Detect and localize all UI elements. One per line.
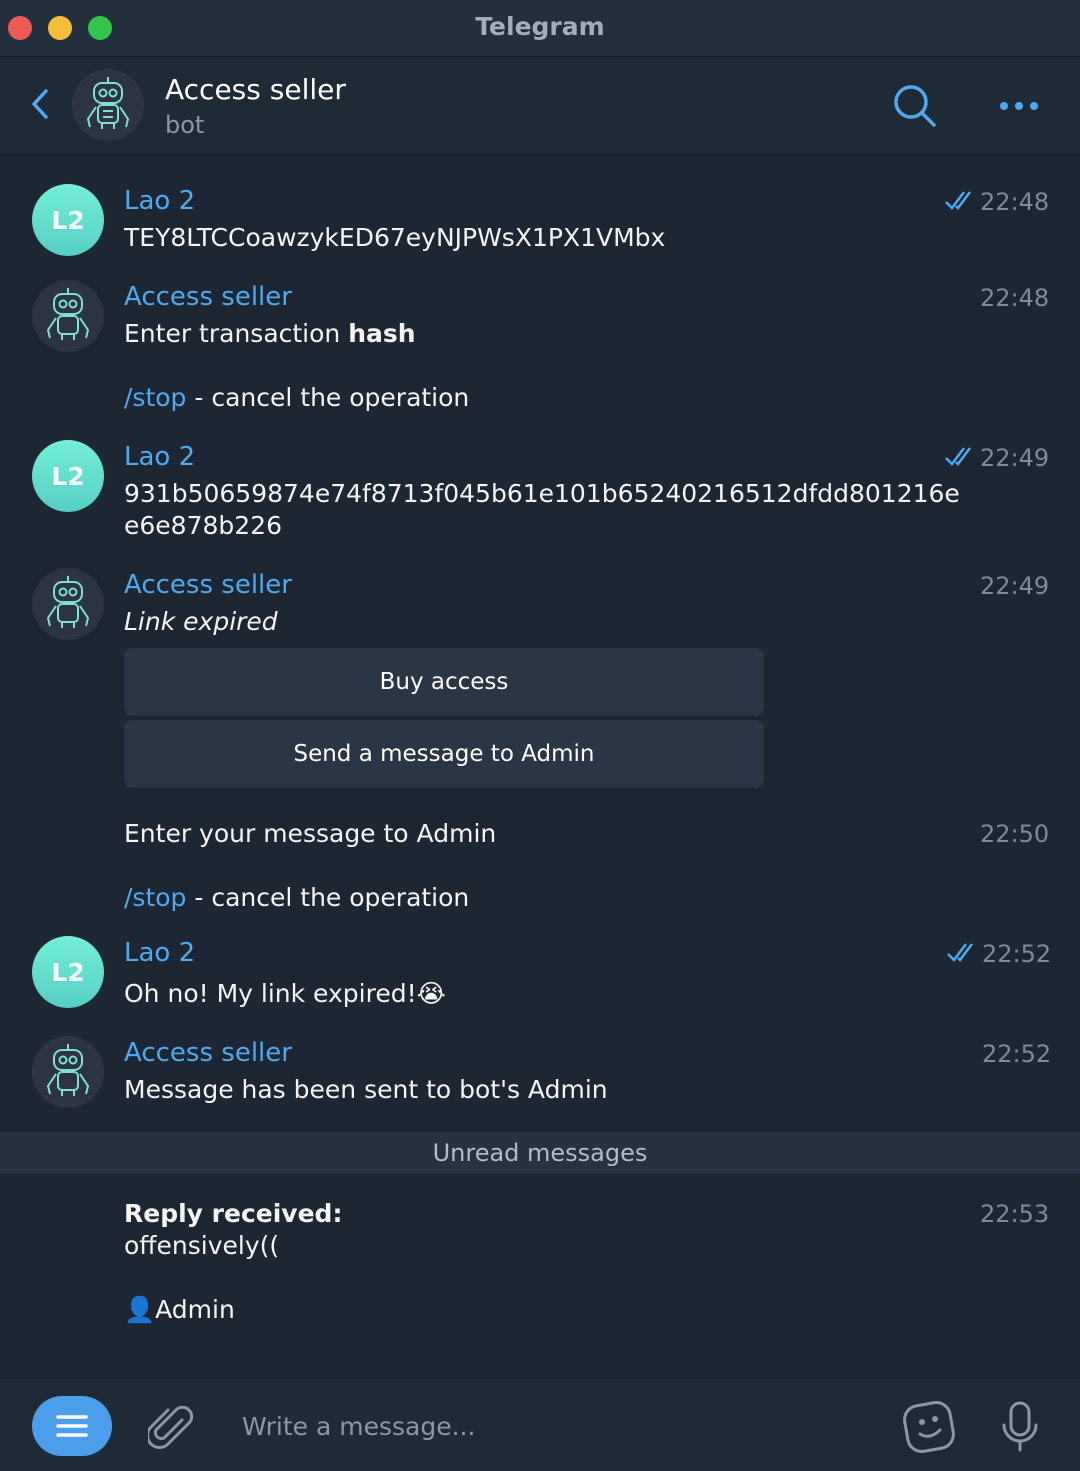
double-check-icon	[946, 942, 976, 968]
command-link[interactable]: /stop	[124, 383, 186, 412]
robot-avatar-icon	[46, 576, 90, 628]
buy-access-button[interactable]: Buy access	[124, 648, 764, 716]
chat-header: Access seller bot	[0, 57, 1080, 156]
command-link[interactable]: /stop	[124, 883, 186, 912]
message-sender[interactable]: Access seller	[124, 282, 292, 312]
sticker-icon[interactable]	[902, 1400, 956, 1458]
message-text-bold: hash	[348, 319, 416, 348]
message-text-body: Oh no! My link expired!	[124, 979, 417, 1008]
message-text-line-2: e6e878b226	[124, 511, 282, 540]
message-time: 22:52	[982, 1040, 1052, 1068]
avatar[interactable]	[32, 280, 104, 352]
unread-messages-divider: Unread messages	[0, 1132, 1080, 1174]
robot-avatar-icon	[86, 77, 130, 129]
command-description: - cancel the operation	[186, 383, 470, 412]
message-text: TEY8LTCCoawzykED67eyNJPWsX1PX1VMbx	[124, 223, 666, 252]
message-text: Oh no! My link expired!😭	[124, 978, 446, 1010]
message-input[interactable]	[240, 1400, 864, 1452]
message-text: Message has been sent to bot's Admin	[124, 1075, 608, 1104]
message-sender[interactable]: Access seller	[124, 570, 292, 600]
avatar-initials: L2	[51, 461, 85, 491]
message-sender[interactable]: Lao 2	[124, 442, 195, 472]
microphone-icon[interactable]	[1000, 1400, 1040, 1458]
message-time: 22:48	[980, 284, 1050, 312]
message-sender[interactable]: Lao 2	[124, 186, 195, 216]
message-time: 22:49	[980, 572, 1050, 600]
attach-icon[interactable]	[146, 1402, 194, 1456]
message-sender[interactable]: Access seller	[124, 1038, 292, 1068]
avatar[interactable]	[32, 568, 104, 640]
avatar[interactable]	[32, 1036, 104, 1108]
window-titlebar: Telegram	[0, 0, 1080, 57]
message-text: Link expired	[124, 607, 278, 636]
double-check-icon	[944, 446, 974, 472]
avatar[interactable]: L2	[32, 936, 104, 1008]
chat-subtitle: bot	[165, 111, 205, 139]
chat-avatar[interactable]	[72, 69, 144, 141]
avatar-initials: L2	[51, 957, 85, 987]
back-icon[interactable]	[24, 87, 58, 125]
message-text-line-1: 931b50659874e74f8713f045b61e101b65240216…	[124, 479, 960, 508]
message-admin-button[interactable]: Send a message to Admin	[124, 720, 764, 788]
bot-menu-button[interactable]	[32, 1396, 112, 1456]
message-time: 22:50	[980, 820, 1050, 848]
message-text: Enter your message to Admin	[124, 819, 497, 848]
menu-icon	[56, 1415, 88, 1437]
message-text-prefix: Enter transaction	[124, 319, 349, 348]
command-hint: /stop - cancel the operation	[124, 382, 469, 414]
signature-name: Admin	[155, 1295, 235, 1324]
avatar-initials: L2	[51, 205, 85, 235]
message-time: 22:53	[980, 1200, 1050, 1228]
message-time: 22:52	[982, 940, 1052, 968]
avatar[interactable]: L2	[32, 440, 104, 512]
compose-bar	[0, 1377, 1080, 1471]
message-text: offensively((	[124, 1231, 280, 1260]
more-icon[interactable]	[998, 97, 1040, 116]
user-emoji: 👤	[124, 1295, 156, 1324]
reply-title: Reply received:	[124, 1199, 343, 1228]
command-hint: /stop - cancel the operation	[124, 882, 469, 914]
robot-avatar-icon	[46, 1044, 90, 1096]
message-signature: 👤Admin	[124, 1294, 235, 1326]
message-time: 22:48	[980, 188, 1050, 216]
command-description: - cancel the operation	[186, 883, 470, 912]
message-text: Enter transaction hash	[124, 318, 416, 350]
avatar[interactable]: L2	[32, 184, 104, 256]
search-icon[interactable]	[892, 83, 938, 133]
message-time: 22:49	[980, 444, 1050, 472]
crying-emoji: 😭	[416, 979, 446, 1008]
message-list[interactable]: L2 Lao 2 22:48 TEY8LTCCoawzykED67eyNJPWs…	[0, 156, 1080, 1376]
message-sender[interactable]: Lao 2	[124, 938, 195, 968]
robot-avatar-icon	[46, 288, 90, 340]
double-check-icon	[944, 190, 974, 216]
window-title: Telegram	[475, 12, 605, 41]
chat-title[interactable]: Access seller	[165, 73, 346, 106]
